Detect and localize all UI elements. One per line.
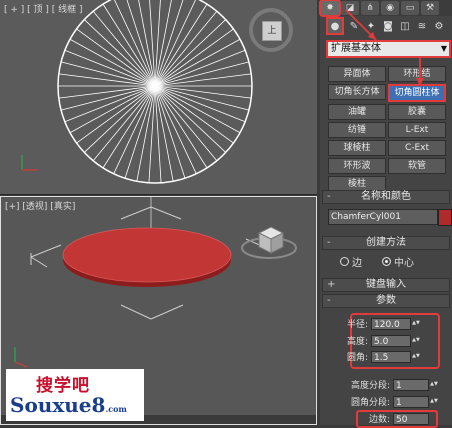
annotation-arrows: [345, 9, 424, 86]
watermark-bottom-text: Souxue8: [10, 393, 106, 417]
site-watermark-logo: 搜学吧 Souxue8.com: [6, 369, 144, 421]
watermark-suffix: .com: [105, 404, 127, 414]
